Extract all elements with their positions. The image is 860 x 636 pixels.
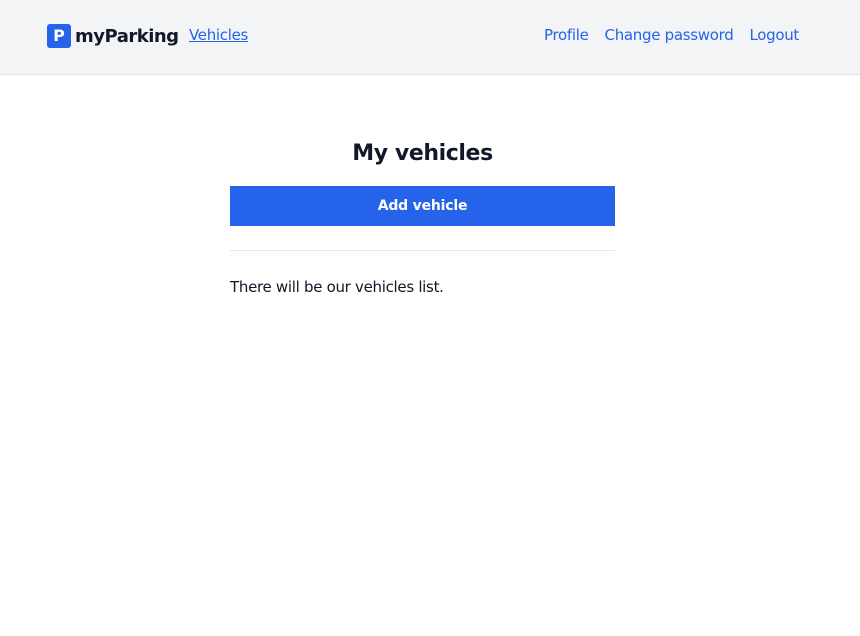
brand-home-link[interactable]: P myParking (47, 24, 179, 48)
vehicles-list-placeholder: There will be our vehicles list. (230, 278, 444, 296)
parking-logo-icon: P (47, 24, 71, 48)
nav-link-vehicles[interactable]: Vehicles (189, 26, 248, 44)
nav-link-logout[interactable]: Logout (749, 26, 799, 44)
divider (230, 250, 615, 251)
user-nav: Profile Change password Logout (544, 26, 799, 44)
brand-name: myParking (75, 25, 179, 47)
main-content: My vehicles Add vehicle There will be ou… (230, 138, 615, 296)
nav-link-change-password[interactable]: Change password (605, 26, 734, 44)
nav-link-profile[interactable]: Profile (544, 26, 589, 44)
page-title: My vehicles (352, 141, 493, 166)
add-vehicle-button[interactable]: Add vehicle (230, 186, 615, 226)
top-navbar: P myParking Vehicles Profile Change pass… (0, 0, 860, 75)
